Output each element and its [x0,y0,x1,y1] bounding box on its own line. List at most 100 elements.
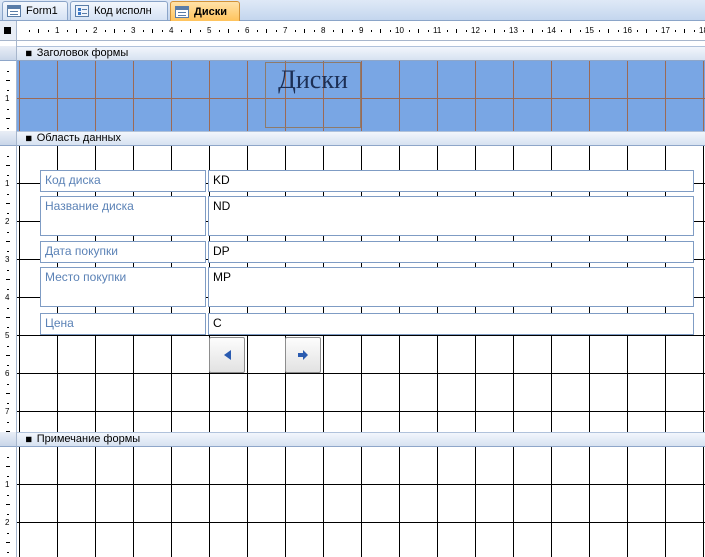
ruler-tick [7,109,9,110]
detail-section-selector[interactable] [0,131,17,146]
ruler-tick [86,30,87,32]
ruler-tick [532,29,533,33]
ruler-tick [143,30,144,32]
ruler-number: 2 [5,217,10,226]
ruler-tick [6,504,10,505]
arrow-left-icon [223,350,231,360]
ruler-tick [152,29,153,33]
ruler-tick [304,29,305,33]
ruler-tick [342,29,343,33]
ruler-tick [7,289,9,290]
ruler-tick [570,29,571,33]
field-disk-code[interactable]: KD [208,170,694,192]
label-purchase-place[interactable]: Место покупки [40,267,206,307]
ruler-number: 2 [5,518,10,527]
header-section-selector[interactable] [0,46,17,61]
ruler-tick [333,30,334,32]
tab-form1[interactable]: Form1 [2,1,68,20]
ruler-tick [6,118,10,119]
ruler-tick [7,270,9,271]
ruler-tick [694,30,695,32]
tab-label: Form1 [26,5,58,17]
ruler-tick [485,30,486,32]
label-purchase-date[interactable]: Дата покупки [40,241,206,263]
ruler-number: 4 [169,26,174,35]
ruler-number: 13 [509,26,518,35]
section-title: Заголовок формы [36,47,129,59]
ruler-tick [7,232,9,233]
section-bar-form-footer[interactable]: ◆ Примечание формы [17,432,705,447]
ruler-number: 4 [5,293,10,302]
arrow-right-icon [298,350,308,360]
footer-grid[interactable] [17,447,705,557]
ruler-number: 14 [547,26,556,35]
footer-section-selector[interactable] [0,432,17,447]
ruler-tick [6,355,10,356]
field-disk-name[interactable]: ND [208,196,694,236]
ruler-tick [637,30,638,32]
section-marker-icon: ◆ [22,46,36,61]
tab-disks-form[interactable]: Диски [170,1,240,21]
next-record-button[interactable] [285,337,321,373]
vertical-ruler[interactable]: 1 1 2 3 4 5 6 7 1 2 [0,41,17,557]
horizontal-ruler[interactable]: 123456789101112131415161718 [17,21,705,41]
ruler-tick [114,29,115,33]
ruler-tick [276,30,277,32]
ruler-tick [561,30,562,32]
section-marker-icon: ◆ [22,432,36,447]
ruler-tick [6,466,10,467]
ruler-number: 11 [433,26,442,35]
ruler-tick [466,30,467,32]
ruler-number: 3 [5,255,10,264]
ruler-tick [494,29,495,33]
ruler-tick [608,29,609,33]
ruler-number: 5 [5,331,10,340]
field-purchase-date[interactable]: DP [208,241,694,263]
ruler-tick [162,30,163,32]
ruler-number: 3 [131,26,136,35]
ruler-tick [580,30,581,32]
ruler-tick [7,251,9,252]
previous-record-button[interactable] [209,337,245,373]
ruler-tick [48,30,49,32]
ruler-tick [7,213,9,214]
ruler-tick [646,29,647,33]
ruler-tick [7,175,9,176]
label-disk-name[interactable]: Название диска [40,196,206,236]
ruler-tick [7,457,9,458]
tab-code-module[interactable]: Код исполн [70,1,168,20]
label-disk-code[interactable]: Код диска [40,170,206,192]
ruler-number: 5 [207,26,212,35]
ruler-tick [6,393,10,394]
form-title-label[interactable]: Диски [265,62,361,128]
ruler-number: 17 [661,26,670,35]
form-header-grid[interactable] [17,61,705,131]
ruler-number: 7 [283,26,288,35]
ruler-tick [380,29,381,33]
ruler-tick [504,30,505,32]
tab-label: Диски [194,5,227,18]
ruler-tick [371,30,372,32]
ruler-tick [6,241,10,242]
field-purchase-place[interactable]: MP [208,267,694,307]
form-selector-button[interactable] [0,21,17,41]
ruler-tick [418,29,419,33]
section-bar-detail[interactable]: ◆ Область данных [17,131,705,146]
ruler-tick [6,542,10,543]
ruler-tick [6,165,10,166]
ruler-tick [67,30,68,32]
ruler-tick [7,365,9,366]
ruler-tick [7,514,9,515]
ruler-tick [684,29,685,33]
ruler-tick [456,29,457,33]
ruler-tick [181,30,182,32]
ruler-tick [656,30,657,32]
ruler-number: 1 [55,26,60,35]
ruler-tick [599,30,600,32]
section-bar-form-header[interactable]: ◆ Заголовок формы [17,46,705,61]
ruler-tick [7,384,9,385]
label-price[interactable]: Цена [40,313,206,335]
field-price[interactable]: C [208,313,694,335]
ruler-tick [266,29,267,33]
ruler-tick [7,476,9,477]
